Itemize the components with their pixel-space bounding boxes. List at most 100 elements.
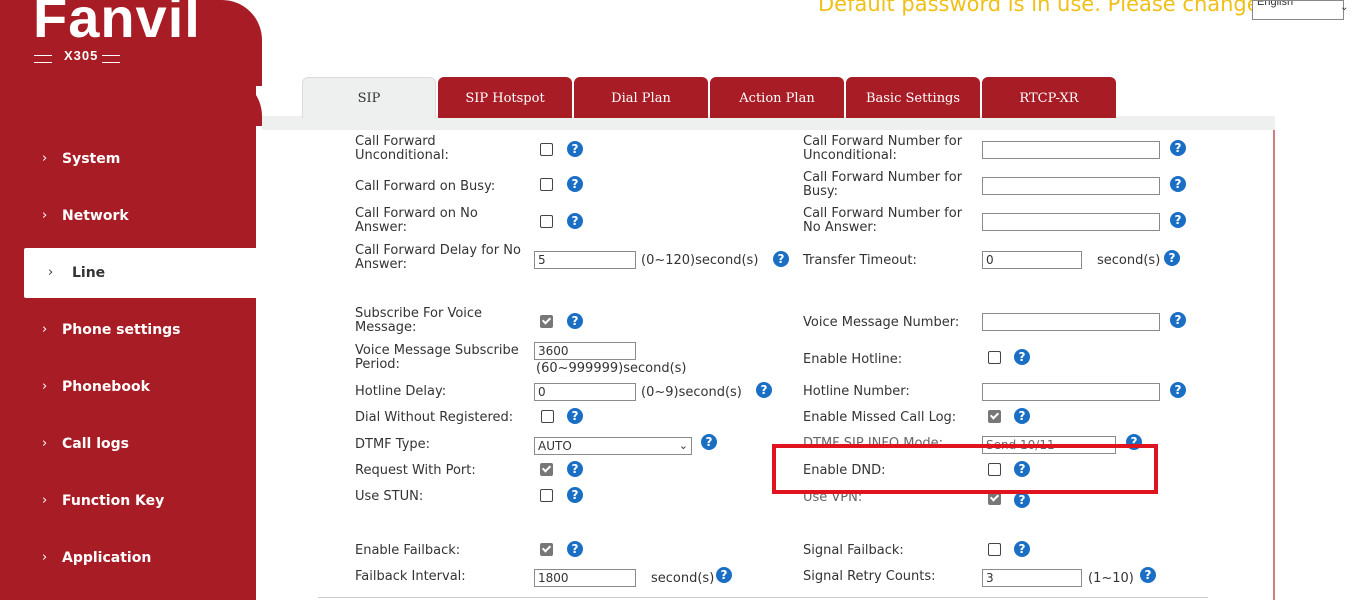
vm-number-input[interactable] <box>982 313 1160 331</box>
sidebar-header <box>0 76 262 126</box>
cf-delay-unit: (0~120)second(s) <box>641 253 759 268</box>
vm-number-label: Voice Message Number: <box>803 315 960 330</box>
question-circle-icon[interactable]: ? <box>1164 250 1180 266</box>
cfb-label: Call Forward on Busy: <box>355 179 496 194</box>
cf-delay-input[interactable]: 5 <box>534 251 636 269</box>
signal-failback-checkbox[interactable] <box>988 543 1001 556</box>
chevron-right-icon: › <box>42 379 48 394</box>
hotline-number-input[interactable] <box>982 383 1160 401</box>
question-circle-icon[interactable]: ? <box>567 176 583 192</box>
failback-interval-input[interactable]: 1800 <box>534 569 636 587</box>
divider <box>318 597 1208 598</box>
language-select[interactable]: English <box>1252 0 1344 20</box>
sidebar-item-system[interactable]: › System <box>0 134 256 184</box>
signal-retry-input[interactable]: 3 <box>982 569 1082 587</box>
transfer-timeout-label: Transfer Timeout: <box>803 253 917 268</box>
question-circle-icon[interactable]: ? <box>567 408 583 424</box>
model-dash-right <box>102 55 120 63</box>
question-circle-icon[interactable]: ? <box>701 434 717 450</box>
cfna-number-input[interactable] <box>982 213 1160 231</box>
dial-unregistered-label: Dial Without Registered: <box>355 410 514 425</box>
chevron-right-icon: › <box>42 436 48 451</box>
dtmf-type-label: DTMF Type: <box>355 437 431 452</box>
question-circle-icon[interactable]: ? <box>773 251 789 267</box>
use-stun-checkbox[interactable] <box>540 489 553 502</box>
cf-delay-label: Call Forward Delay for No Answer: <box>355 243 521 272</box>
question-circle-icon[interactable]: ? <box>1140 567 1156 583</box>
sidebar-item-function-key[interactable]: › Function Key <box>0 476 256 526</box>
question-circle-icon[interactable]: ? <box>1170 212 1186 228</box>
hotline-delay-input[interactable]: 0 <box>534 383 636 401</box>
cfu-label: Call Forward Unconditional: <box>355 134 449 163</box>
chevron-right-icon: › <box>48 265 54 280</box>
missed-call-log-checkbox[interactable] <box>988 410 1001 423</box>
sidebar-item-application[interactable]: › Application <box>0 533 256 583</box>
question-circle-icon[interactable]: ? <box>1170 176 1186 192</box>
hotline-delay-unit: (0~9)second(s) <box>641 385 742 400</box>
signal-retry-label: Signal Retry Counts: <box>803 569 936 584</box>
cfu-number-input[interactable] <box>982 141 1160 159</box>
sidebar-item-network[interactable]: › Network <box>0 191 256 241</box>
question-circle-icon[interactable]: ? <box>1170 312 1186 328</box>
request-with-port-label: Request With Port: <box>355 463 476 478</box>
question-circle-icon[interactable]: ? <box>1014 408 1030 424</box>
question-circle-icon[interactable]: ? <box>567 487 583 503</box>
tab-sip-hotspot[interactable]: SIP Hotspot <box>438 77 572 118</box>
cfna-number-label: Call Forward Number for No Answer: <box>803 206 963 235</box>
cfb-checkbox[interactable] <box>540 178 553 191</box>
question-circle-icon[interactable]: ? <box>716 567 732 583</box>
signal-failback-label: Signal Failback: <box>803 543 904 558</box>
brand-logo: Fanvil <box>33 0 201 49</box>
cfu-checkbox[interactable] <box>540 143 553 156</box>
transfer-timeout-unit: second(s) <box>1097 253 1161 268</box>
chevron-down-icon[interactable]: ⌄ <box>1340 2 1348 13</box>
cfb-number-input[interactable] <box>982 177 1160 195</box>
question-circle-icon[interactable]: ? <box>756 382 772 398</box>
chevron-right-icon: › <box>42 493 48 508</box>
chevron-right-icon: › <box>42 550 48 565</box>
cfna-checkbox[interactable] <box>540 215 553 228</box>
enable-failback-checkbox[interactable] <box>540 543 553 556</box>
cfna-label: Call Forward on No Answer: <box>355 206 478 235</box>
default-password-warning: Default password is in use. Please chang… <box>818 0 1260 16</box>
question-circle-icon[interactable]: ? <box>567 541 583 557</box>
chevron-right-icon: › <box>42 322 48 337</box>
question-circle-icon[interactable]: ? <box>1014 541 1030 557</box>
question-circle-icon[interactable]: ? <box>1170 140 1186 156</box>
dtmf-type-select[interactable]: AUTO ⌄ <box>534 437 692 455</box>
dial-unregistered-checkbox[interactable] <box>541 410 554 423</box>
cfu-number-label: Call Forward Number for Unconditional: <box>803 134 963 163</box>
question-circle-icon[interactable]: ? <box>1170 382 1186 398</box>
vm-period-input[interactable]: 3600 <box>534 342 636 360</box>
question-circle-icon[interactable]: ? <box>1014 349 1030 365</box>
model-label: X305 <box>64 48 99 63</box>
missed-call-log-label: Enable Missed Call Log: <box>803 410 957 425</box>
question-circle-icon[interactable]: ? <box>567 461 583 477</box>
sidebar-item-phone-settings[interactable]: › Phone settings <box>0 305 256 355</box>
use-stun-label: Use STUN: <box>355 489 424 504</box>
model-dash-left <box>34 55 52 63</box>
sidebar-item-phonebook[interactable]: › Phonebook <box>0 362 256 412</box>
failback-interval-unit: second(s) <box>651 571 715 586</box>
question-circle-icon[interactable]: ? <box>567 141 583 157</box>
transfer-timeout-input[interactable]: 0 <box>982 251 1082 269</box>
highlight-box <box>772 444 1158 494</box>
sidebar-item-call-logs[interactable]: › Call logs <box>0 419 256 469</box>
tab-basic-settings[interactable]: Basic Settings <box>846 77 980 118</box>
enable-failback-label: Enable Failback: <box>355 543 461 558</box>
subscribe-vm-checkbox[interactable] <box>540 315 553 328</box>
tab-dial-plan[interactable]: Dial Plan <box>574 77 708 118</box>
hotline-checkbox[interactable] <box>988 351 1001 364</box>
dtmf-type-value: AUTO <box>538 439 572 453</box>
vm-period-label: Voice Message Subscribe Period: <box>355 343 519 372</box>
question-circle-icon[interactable]: ? <box>567 313 583 329</box>
tab-action-plan[interactable]: Action Plan <box>710 77 844 118</box>
question-circle-icon[interactable]: ? <box>1014 492 1030 508</box>
tab-rtcp-xr[interactable]: RTCP-XR <box>982 77 1116 118</box>
sidebar-item-line[interactable]: › Line <box>24 248 256 298</box>
failback-interval-label: Failback Interval: <box>355 569 466 584</box>
request-with-port-checkbox[interactable] <box>540 463 553 476</box>
chevron-down-icon: ⌄ <box>678 439 688 452</box>
question-circle-icon[interactable]: ? <box>567 213 583 229</box>
tab-sip[interactable]: SIP <box>302 77 436 118</box>
